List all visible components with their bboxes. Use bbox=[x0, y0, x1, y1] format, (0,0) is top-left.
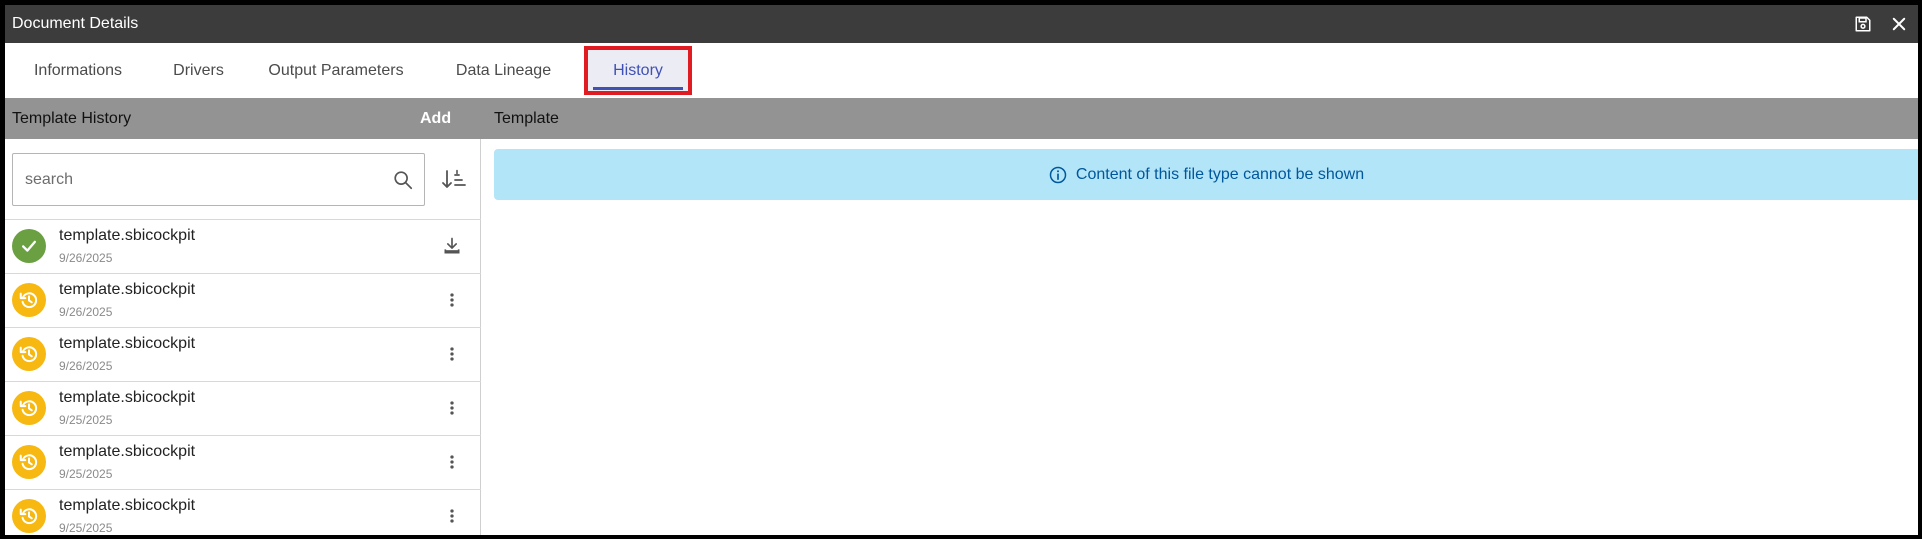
history-icon bbox=[19, 508, 38, 525]
tab-history-label: History bbox=[613, 61, 663, 79]
item-name: template.sbicockpit bbox=[59, 335, 196, 352]
template-history-panel: template.sbicockpit 9/26/2025 bbox=[5, 139, 481, 535]
tab-data-lineage[interactable]: Data Lineage bbox=[426, 43, 581, 98]
more-vert-icon bbox=[450, 347, 454, 361]
item-date: 9/25/2025 bbox=[59, 467, 113, 481]
close-icon bbox=[1892, 17, 1906, 31]
save-button[interactable] bbox=[1850, 11, 1876, 37]
tab-history[interactable]: History bbox=[584, 46, 692, 95]
status-badge bbox=[12, 229, 46, 263]
more-options-button[interactable] bbox=[440, 288, 464, 312]
list-item[interactable]: template.sbicockpit 9/25/2025 bbox=[5, 381, 481, 435]
item-date: 9/25/2025 bbox=[59, 413, 113, 427]
item-date: 9/26/2025 bbox=[59, 359, 113, 373]
template-history-title: Template History bbox=[12, 110, 132, 127]
history-icon bbox=[19, 400, 38, 417]
search-row bbox=[12, 153, 474, 206]
sort-icon[interactable] bbox=[440, 166, 468, 194]
history-icon bbox=[19, 292, 38, 309]
dialog-title: Document Details bbox=[12, 15, 139, 32]
more-vert-icon bbox=[450, 401, 454, 415]
tab-drivers[interactable]: Drivers bbox=[151, 43, 246, 98]
search-input[interactable] bbox=[13, 154, 373, 205]
active-tab-indicator bbox=[593, 87, 683, 90]
status-badge bbox=[12, 445, 46, 479]
item-name: template.sbicockpit bbox=[59, 227, 196, 244]
status-badge bbox=[12, 499, 46, 533]
save-icon bbox=[1855, 16, 1871, 32]
add-button[interactable]: Add bbox=[420, 98, 451, 139]
search-box bbox=[12, 153, 425, 206]
template-preview-panel: Content of this file type cannot be show… bbox=[482, 139, 1918, 535]
title-bar: Document Details bbox=[5, 5, 1918, 43]
template-title: Template bbox=[494, 110, 559, 127]
close-button[interactable] bbox=[1886, 11, 1912, 37]
item-date: 9/25/2025 bbox=[59, 521, 113, 535]
status-badge bbox=[12, 337, 46, 371]
item-name: template.sbicockpit bbox=[59, 281, 196, 298]
download-button[interactable] bbox=[440, 234, 464, 258]
list-item[interactable]: template.sbicockpit 9/26/2025 bbox=[5, 219, 481, 273]
status-badge bbox=[12, 391, 46, 425]
status-badge bbox=[12, 283, 46, 317]
panel-header-strip: Template History Add Template bbox=[5, 98, 1918, 139]
document-details-dialog: Document Details Informations Drivers Ou… bbox=[0, 0, 1922, 539]
template-history-list: template.sbicockpit 9/26/2025 template.s… bbox=[5, 219, 481, 535]
info-message: Content of this file type cannot be show… bbox=[1075, 165, 1365, 183]
list-item[interactable]: template.sbicockpit 9/25/2025 bbox=[5, 435, 481, 489]
more-options-button[interactable] bbox=[440, 342, 464, 366]
list-item[interactable]: template.sbicockpit 9/26/2025 bbox=[5, 273, 481, 327]
info-icon bbox=[1049, 166, 1067, 183]
item-name: template.sbicockpit bbox=[59, 443, 196, 460]
search-icon[interactable] bbox=[392, 169, 414, 191]
more-vert-icon bbox=[450, 509, 454, 523]
item-name: template.sbicockpit bbox=[59, 389, 196, 406]
history-icon bbox=[19, 346, 38, 363]
item-date: 9/26/2025 bbox=[59, 305, 113, 319]
history-icon bbox=[19, 454, 38, 471]
item-date: 9/26/2025 bbox=[59, 251, 113, 265]
more-options-button[interactable] bbox=[440, 396, 464, 420]
item-name: template.sbicockpit bbox=[59, 497, 196, 514]
more-options-button[interactable] bbox=[440, 450, 464, 474]
list-item[interactable]: template.sbicockpit 9/25/2025 bbox=[5, 489, 481, 535]
more-vert-icon bbox=[450, 455, 454, 469]
more-vert-icon bbox=[450, 293, 454, 307]
list-item[interactable]: template.sbicockpit 9/26/2025 bbox=[5, 327, 481, 381]
check-icon bbox=[22, 240, 36, 252]
download-icon bbox=[444, 237, 460, 254]
info-banner: Content of this file type cannot be show… bbox=[494, 149, 1918, 200]
tab-informations[interactable]: Informations bbox=[5, 43, 151, 98]
tab-output-parameters[interactable]: Output Parameters bbox=[246, 43, 426, 98]
more-options-button[interactable] bbox=[440, 504, 464, 528]
tab-bar: Informations Drivers Output Parameters D… bbox=[5, 43, 1918, 98]
